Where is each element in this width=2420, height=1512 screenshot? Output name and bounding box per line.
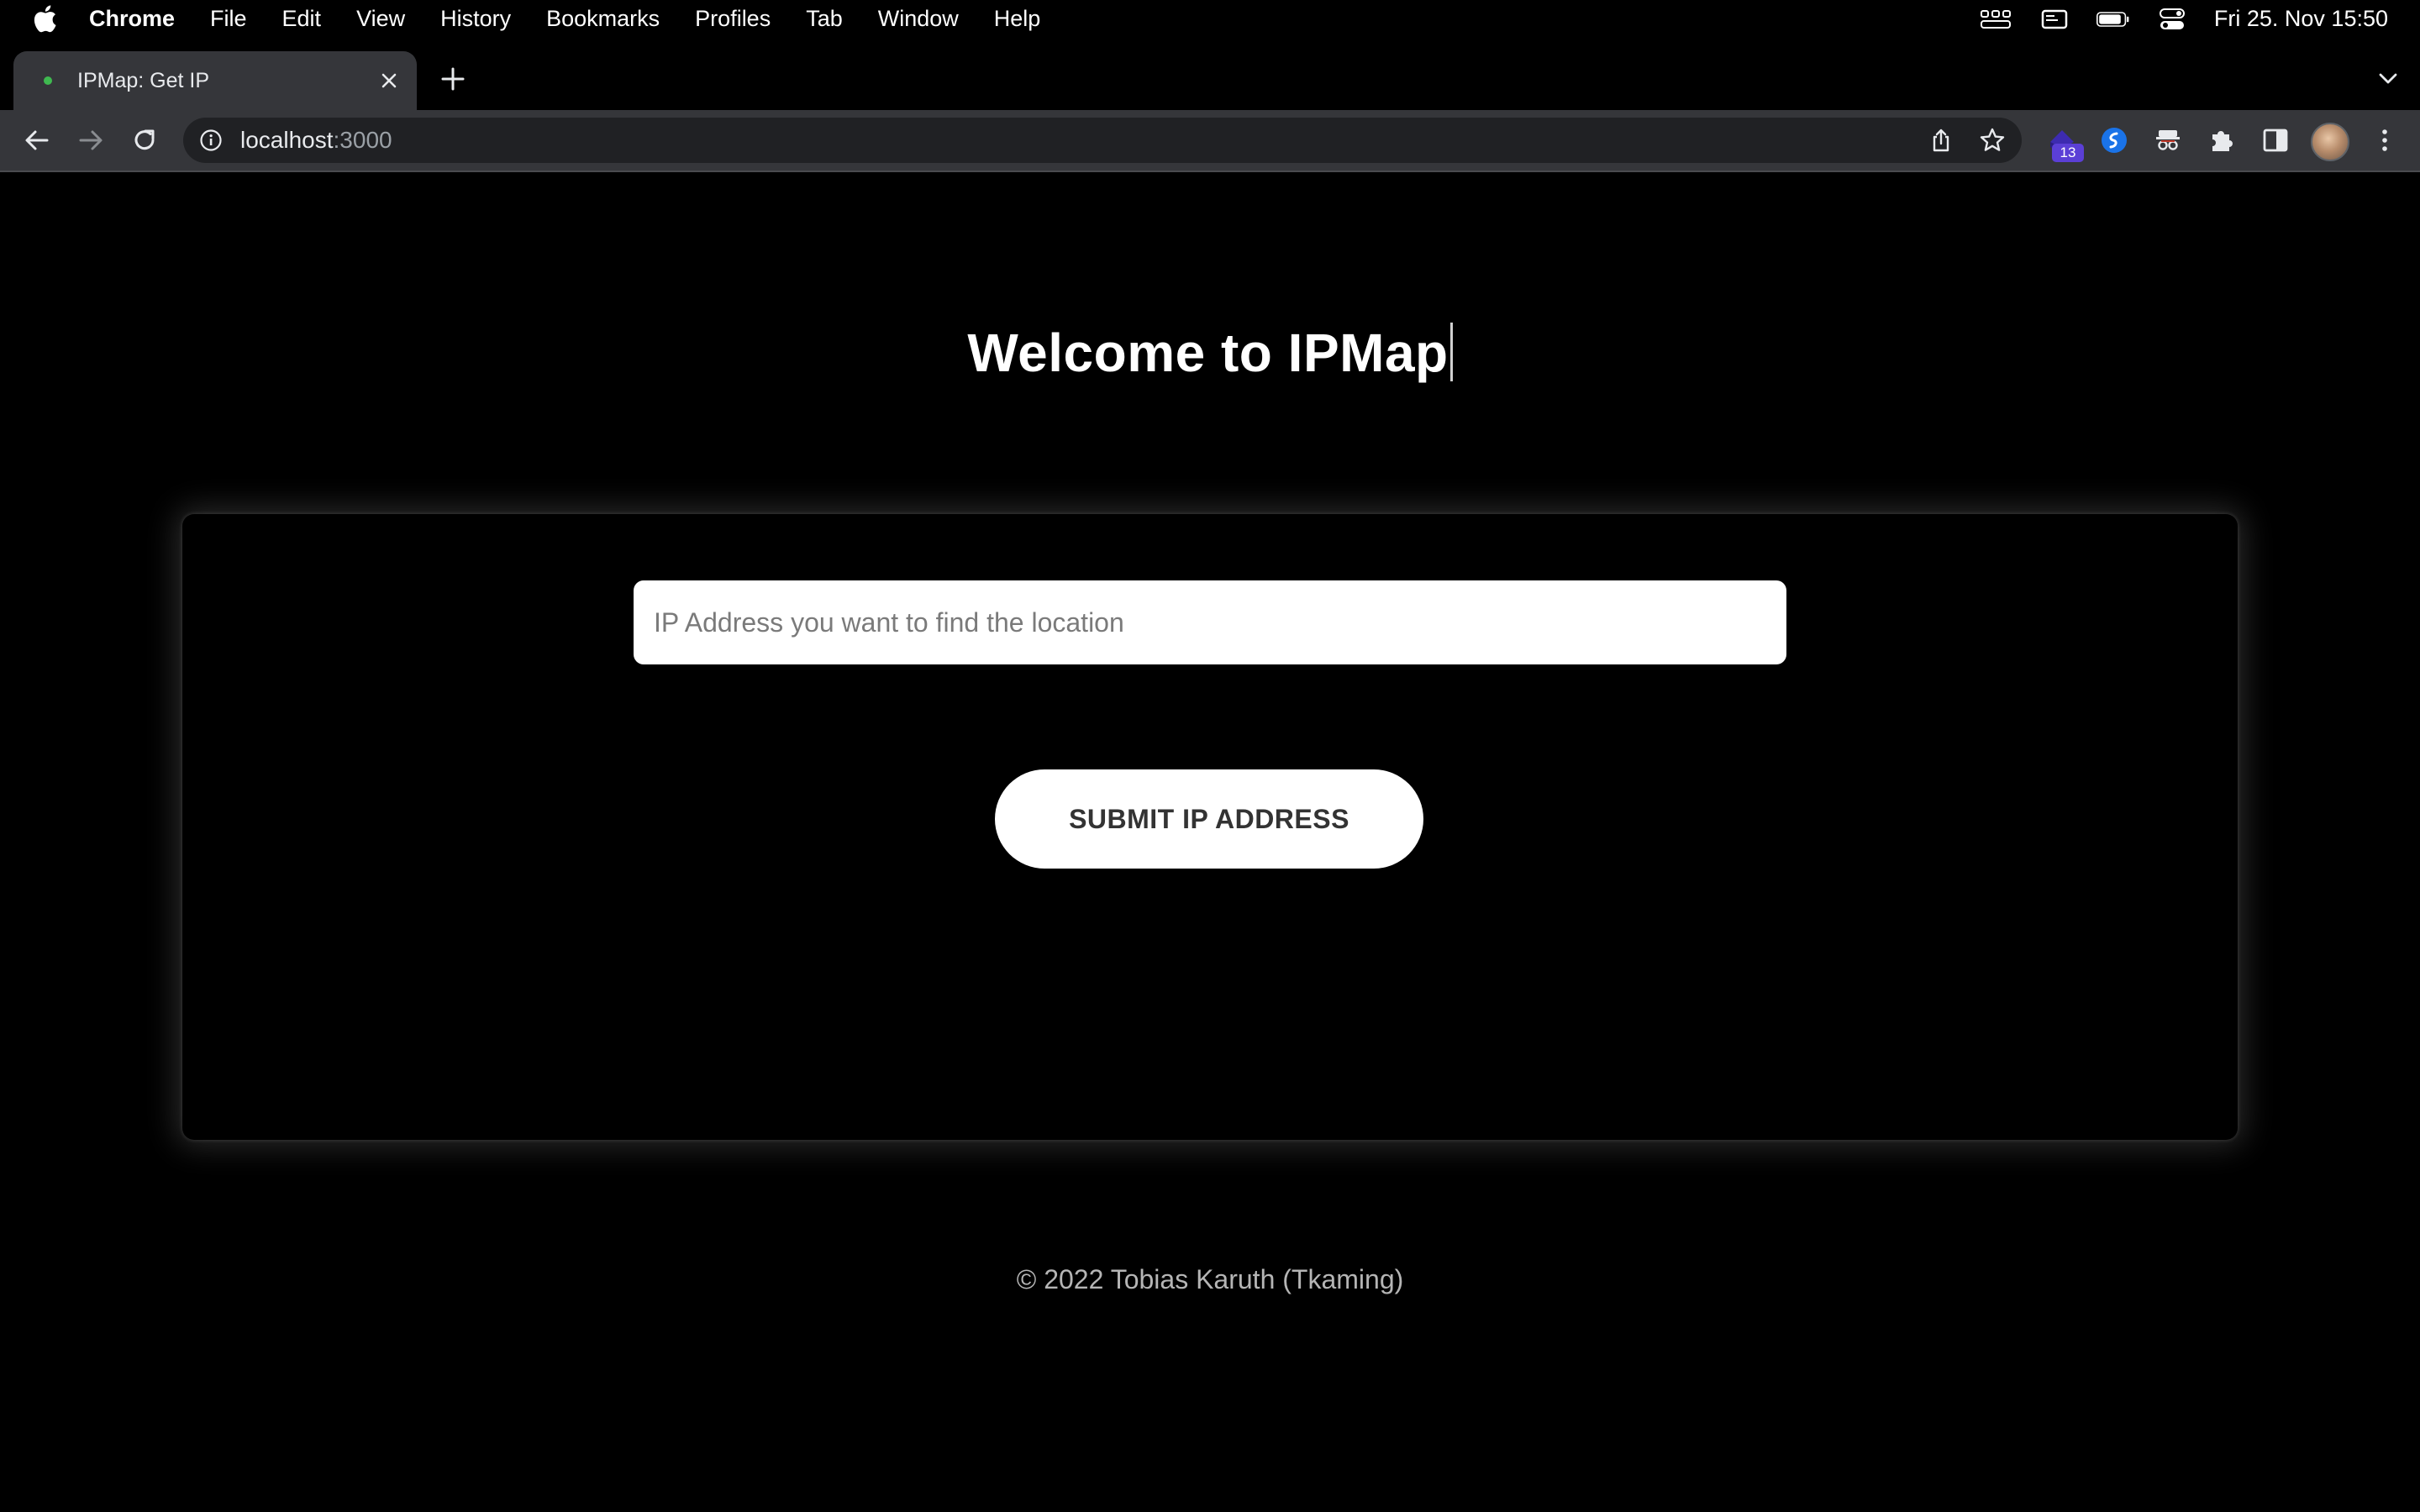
- tab-search-chevron-icon[interactable]: [2376, 68, 2400, 88]
- incognito-extension-icon[interactable]: [2151, 123, 2185, 157]
- reload-icon[interactable]: [129, 125, 160, 155]
- display-icon[interactable]: [2038, 8, 2071, 30]
- menu-bookmarks[interactable]: Bookmarks: [546, 6, 660, 32]
- tab-title: IPMap: Get IP: [77, 68, 210, 92]
- footer-copyright: © 2022 Tobias Karuth (Tkaming): [1016, 1264, 1404, 1294]
- url-text[interactable]: localhost:3000: [240, 127, 392, 154]
- close-tab-icon[interactable]: [378, 70, 400, 92]
- profile-avatar[interactable]: [2311, 123, 2349, 161]
- browser-tab-strip: IPMap: Get IP: [0, 38, 2420, 110]
- macos-menu-bar: Chrome File Edit View History Bookmarks …: [0, 0, 2420, 38]
- browser-toolbar: localhost:3000 13: [0, 110, 2420, 172]
- menu-app-chrome[interactable]: Chrome: [89, 6, 175, 32]
- web-page-content: Welcome to IPMap SUBMIT IP ADDRESS © 202…: [0, 172, 2420, 1512]
- side-panel-icon[interactable]: [2259, 123, 2292, 157]
- site-info-icon[interactable]: [198, 128, 224, 153]
- address-bar[interactable]: localhost:3000: [183, 118, 2022, 163]
- menu-profiles[interactable]: Profiles: [695, 6, 771, 32]
- page-title: Welcome to IPMap: [0, 322, 2420, 384]
- extension-count-badge: 13: [2052, 144, 2084, 162]
- bookmark-star-icon[interactable]: [1978, 126, 2007, 155]
- menu-history[interactable]: History: [440, 6, 511, 32]
- extensions-puzzle-icon[interactable]: [2205, 123, 2238, 157]
- control-center-icon[interactable]: [2155, 8, 2189, 30]
- ip-form-card: SUBMIT IP ADDRESS: [182, 514, 2238, 1140]
- url-host: localhost: [240, 127, 334, 153]
- back-arrow-icon[interactable]: [22, 125, 52, 155]
- menu-window[interactable]: Window: [878, 6, 959, 32]
- browser-tab-active[interactable]: IPMap: Get IP: [13, 51, 417, 110]
- tab-favicon-icon: [44, 76, 52, 85]
- share-icon[interactable]: [1928, 127, 1954, 154]
- forward-arrow-icon[interactable]: [76, 125, 106, 155]
- ip-address-input[interactable]: [634, 580, 1786, 664]
- menu-bar-status-area: Fri 25. Nov 15:50: [1954, 0, 2388, 38]
- menu-tab[interactable]: Tab: [806, 6, 843, 32]
- text-cursor: [1449, 323, 1453, 381]
- submit-ip-button[interactable]: SUBMIT IP ADDRESS: [995, 769, 1423, 869]
- menu-list: Chrome File Edit View History Bookmarks …: [89, 0, 1076, 38]
- menu-view[interactable]: View: [356, 6, 405, 32]
- menu-help[interactable]: Help: [994, 6, 1041, 32]
- shazam-extension-icon[interactable]: [2097, 123, 2131, 157]
- new-tab-icon[interactable]: [439, 65, 467, 93]
- url-port: :3000: [333, 127, 392, 153]
- battery-icon[interactable]: [2096, 8, 2130, 30]
- page-title-text: Welcome to IPMap: [967, 323, 1449, 383]
- menu-file[interactable]: File: [210, 6, 247, 32]
- menu-edit[interactable]: Edit: [282, 6, 322, 32]
- control-grid-icon[interactable]: [1979, 8, 2012, 30]
- more-menu-icon[interactable]: [2368, 123, 2402, 157]
- apple-logo-icon[interactable]: [32, 3, 57, 34]
- menu-bar-clock[interactable]: Fri 25. Nov 15:50: [2214, 6, 2388, 32]
